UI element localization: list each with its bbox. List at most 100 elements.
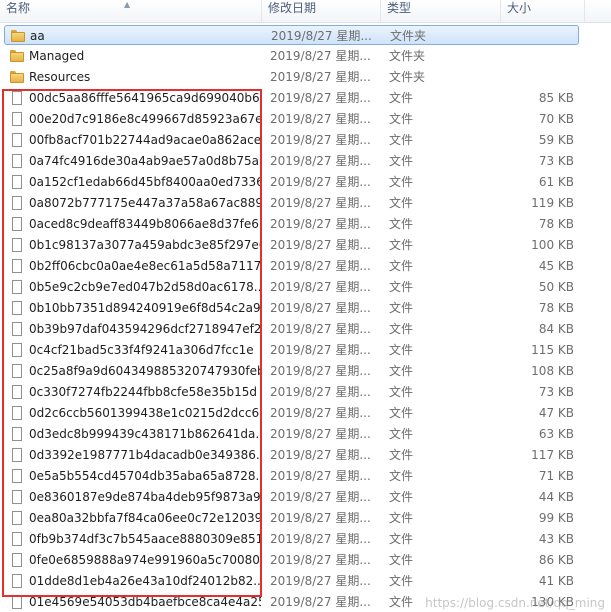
file-icon [10,154,24,168]
file-row[interactable]: 0a152cf1edab66d45bf8400aa0ed7336 2019/8/2… [4,172,579,192]
modified-date: 2019/8/27 星期... [270,70,371,84]
file-row[interactable]: 0fb9b374df3c7b545aace8880309e851 2019/8/2… [4,529,579,549]
item-type: 文件 [389,511,414,525]
item-name: 0b39b97daf043594296dcf2718947ef2 [29,322,261,336]
item-type: 文件 [389,406,414,420]
modified-date: 2019/8/27 星期... [270,154,371,168]
modified-date: 2019/8/27 星期... [270,469,371,483]
column-name-header[interactable]: ▲ 名称 [0,0,262,22]
file-row[interactable]: 0e5a5b554cd45704db35aba65a8728... 2019/8/… [4,466,579,486]
item-size: 73 KB [538,385,574,399]
item-size: 41 KB [538,574,574,588]
item-name: 0b5e9c2cb9e7ed047b2d58d0ac6178... [29,280,261,294]
file-row[interactable]: 0b10bb7351d894240919e6f8d54c2a9f 2019/8/2… [4,298,579,318]
modified-date: 2019/8/27 星期... [270,133,371,147]
file-icon [10,490,24,504]
column-date-header[interactable]: 修改日期 [262,0,381,22]
file-row[interactable]: 0d2c6ccb5601399438e1c0215d2dcc60 2019/8/2… [4,403,579,423]
file-row[interactable]: 0a74fc4916de30a4ab9ae57a0d8b75ab 2019/8/2… [4,151,579,171]
item-name: 01e4569e54053db4baefbce8ca4e4a25 [29,595,261,609]
file-icon [10,469,24,483]
file-row[interactable]: 0aced8c9deaff83449b8066ae8d37fe6 2019/8/2… [4,214,579,234]
column-date-label: 修改日期 [268,1,317,15]
folder-icon [11,29,25,43]
item-size: 78 KB [538,301,574,315]
item-type: 文件 [389,154,414,168]
item-size: 71 KB [538,469,574,483]
item-name: 0c4cf21bad5c33f4f9241a306d7fcc1e [29,343,254,357]
modified-date: 2019/8/27 星期... [270,406,371,420]
file-row[interactable]: 0c25a8f9a9d604349885320747930feb 2019/8/2… [4,361,579,381]
item-name: 0b1c98137a3077a459abdc3e85f297e6 [29,238,261,252]
file-icon [10,322,24,336]
file-icon [10,364,24,378]
item-name: 0fb9b374df3c7b545aace8880309e851 [29,532,261,546]
file-row[interactable]: 0ea80a32bbfa7f84ca06ee0c72e12039 2019/8/2… [4,508,579,528]
file-icon [10,406,24,420]
item-type: 文件 [389,595,414,609]
file-row[interactable]: 0c4cf21bad5c33f4f9241a306d7fcc1e 2019/8/2… [4,340,579,360]
modified-date: 2019/8/27 星期... [270,259,371,273]
item-name: Resources [29,70,91,84]
file-icon [10,280,24,294]
file-icon [10,112,24,126]
file-row[interactable]: 00e20d7c9186e8c499667d85923a67e2 2019/8/2… [4,109,579,129]
folder-row[interactable]: aa 2019/8/27 星期... 文件夹 [4,25,579,45]
file-row[interactable]: 0b39b97daf043594296dcf2718947ef2 2019/8/2… [4,319,579,339]
item-size: 78 KB [538,217,574,231]
folder-row[interactable]: Managed 2019/8/27 星期... 文件夹 [4,46,579,66]
modified-date: 2019/8/27 星期... [270,112,371,126]
file-row[interactable]: 0b5e9c2cb9e7ed047b2d58d0ac6178... 2019/8/… [4,277,579,297]
file-icon [10,448,24,462]
item-type: 文件 [389,553,414,567]
item-size [501,67,574,87]
modified-date: 2019/8/27 星期... [270,49,371,63]
item-name: 0a8072b777175e447a37a58a67ac889f [29,196,261,210]
modified-date: 2019/8/27 星期... [270,511,371,525]
file-row[interactable]: 0fe0e6859888a974e991960a5c700801 2019/8/2… [4,550,579,570]
file-row[interactable]: 00dc5aa86fffe5641965ca9d699040b6 2019/8/2… [4,88,579,108]
item-name: 00e20d7c9186e8c499667d85923a67e2 [29,112,261,126]
modified-date: 2019/8/27 星期... [270,238,371,252]
item-name: 0c25a8f9a9d604349885320747930feb [29,364,261,378]
modified-date: 2019/8/27 星期... [270,448,371,462]
item-type: 文件 [389,301,414,315]
file-row[interactable]: 00fb8acf701b22744ad9acae0a862ace 2019/8/2… [4,130,579,150]
item-name: 00dc5aa86fffe5641965ca9d699040b6 [29,91,260,105]
item-type: 文件 [389,574,414,588]
file-row[interactable]: 0d3392e1987771b4dacadb0e349386... 2019/8/… [4,445,579,465]
item-name: 0e5a5b554cd45704db35aba65a8728... [29,469,261,483]
modified-date: 2019/8/27 星期... [270,574,371,588]
file-icon [10,553,24,567]
item-type: 文件 [389,427,414,441]
modified-date: 2019/8/27 星期... [270,385,371,399]
file-row[interactable]: 0d3edc8b999439c438171b862641da... 2019/8/… [4,424,579,444]
item-size: 108 KB [531,364,574,378]
file-icon [10,259,24,273]
column-extra-header[interactable] [585,0,611,22]
file-row[interactable]: 0b1c98137a3077a459abdc3e85f297e6 2019/8/2… [4,235,579,255]
item-size: 85 KB [538,91,574,105]
column-size-header[interactable]: 大小 [501,0,585,22]
item-type: 文件夹 [390,29,427,43]
item-name: 0ea80a32bbfa7f84ca06ee0c72e12039 [29,511,261,525]
item-size: 119 KB [531,196,574,210]
item-size: 50 KB [538,280,574,294]
file-row[interactable]: 0c330f7274fb2244fbb8cfe58e35b15d 2019/8/2… [4,382,579,402]
modified-date: 2019/8/27 星期... [270,427,371,441]
modified-date: 2019/8/27 星期... [270,280,371,294]
modified-date: 2019/8/27 星期... [270,595,371,609]
column-type-header[interactable]: 类型 [381,0,501,22]
item-type: 文件 [389,322,414,336]
modified-date: 2019/8/27 星期... [270,553,371,567]
file-row[interactable]: 0b2ff06cbc0a0ae4e8ec61a5d58a7117 2019/8/2… [4,256,579,276]
modified-date: 2019/8/27 星期... [270,91,371,105]
file-row[interactable]: 0a8072b777175e447a37a58a67ac889f 2019/8/2… [4,193,579,213]
item-size: 86 KB [538,553,574,567]
folder-row[interactable]: Resources 2019/8/27 星期... 文件夹 [4,67,579,87]
file-icon [10,595,24,609]
file-row[interactable]: 0e8360187e9de874ba4deb95f9873a97 2019/8/2… [4,487,579,507]
item-type: 文件 [389,133,414,147]
item-type: 文件 [389,385,414,399]
file-row[interactable]: 01dde8d1eb4a26e43a10df24012b82... 2019/8/… [4,571,579,591]
